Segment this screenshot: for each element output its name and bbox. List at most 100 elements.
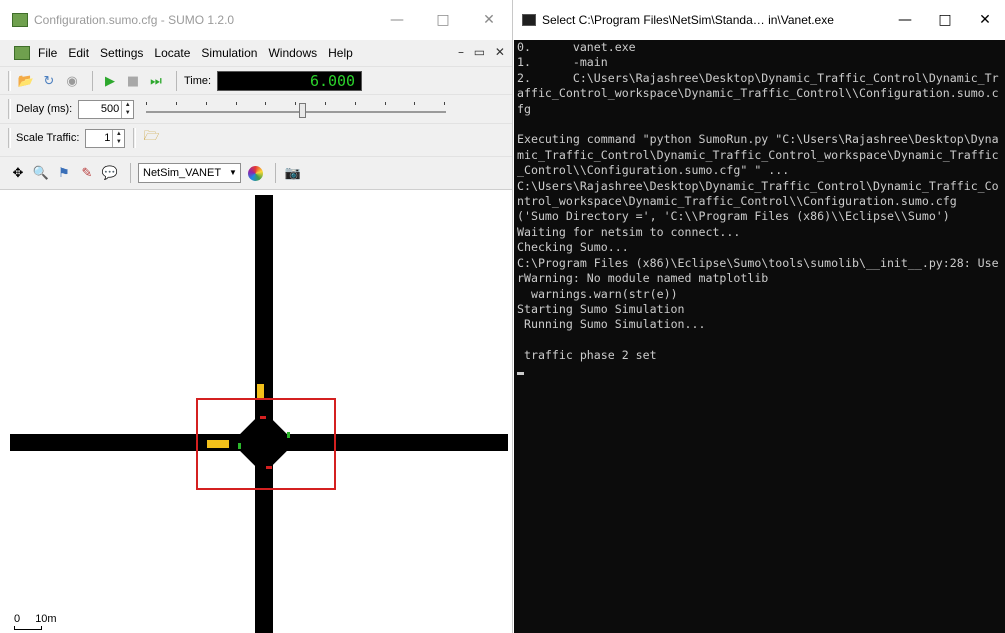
toolbar-separator (92, 71, 93, 91)
color-scheme-dropdown[interactable]: NetSim_VANET ▼ (138, 163, 241, 183)
console-titlebar[interactable]: Select C:\Program Files\NetSim\Standa… i… (514, 0, 1005, 40)
mdi-window-controls[interactable]: – ▭ ✕ (458, 45, 508, 59)
menu-locate[interactable]: Locate (154, 46, 190, 60)
console-line: Starting Sumo Simulation (517, 301, 685, 316)
chevron-down-icon: ▼ (229, 168, 237, 177)
time-display: 6.000 (217, 71, 363, 91)
console-line: Running Sumo Simulation... (517, 317, 706, 332)
delay-slider[interactable] (146, 99, 447, 119)
slider-tick (384, 102, 386, 105)
slider-tick (414, 102, 416, 105)
scale-traffic-value: 1 (104, 132, 111, 144)
slider-tick (354, 102, 356, 105)
toolbar-grip[interactable] (8, 128, 11, 148)
minimize-button[interactable]: — (374, 0, 420, 40)
console-output[interactable]: 0. vanet.exe 1. -main 2. C:\Users\Rajashre… (514, 40, 1005, 379)
color-scheme-value: NetSim_VANET (143, 167, 222, 179)
recenter-view-icon[interactable]: ✥ (8, 164, 28, 182)
console-line: C:\Program Files (x86)\Eclipse\Sumo\tool… (517, 255, 999, 286)
console-line: Checking Sumo... (517, 240, 629, 255)
scale-traffic-label: Scale Traffic: (16, 132, 80, 144)
menu-edit[interactable]: Edit (68, 46, 89, 60)
minimize-button[interactable]: — (885, 0, 925, 40)
step-icon[interactable]: ⏭ (146, 72, 166, 90)
slider-tick (146, 102, 148, 105)
toolbar-separator (176, 71, 177, 91)
simulation-toolbar: 📂 ↻ ◉ ▶ ■ ⏭ Time: 6.000 (0, 66, 512, 95)
delay-toolbar: Delay (ms): 500 ▲ ▼ (0, 94, 512, 123)
time-label: Time: (184, 75, 212, 87)
menu-file[interactable]: File (38, 46, 57, 60)
sumo-titlebar[interactable]: Configuration.sumo.cfg - SUMO 1.2.0 — □ … (0, 0, 512, 40)
spin-arrows-icon[interactable]: ▲ ▼ (112, 129, 124, 147)
console-window: Select C:\Program Files\NetSim\Standa… i… (514, 0, 1005, 633)
console-window-title: Select C:\Program Files\NetSim\Standa… i… (542, 13, 834, 27)
menubar: File Edit Settings Locate Simulation Win… (0, 40, 512, 66)
close-button[interactable]: ✕ (965, 0, 1005, 40)
maximize-button[interactable]: □ (925, 0, 965, 40)
maximize-button[interactable]: □ (420, 0, 466, 40)
vehicle-north (257, 384, 264, 398)
open-folder-icon[interactable]: 📂 (16, 72, 36, 90)
color-wheel-icon[interactable] (245, 164, 265, 182)
spin-arrows-icon[interactable]: ▲ ▼ (121, 100, 133, 118)
slider-track (146, 111, 447, 113)
console-app-icon (522, 14, 536, 26)
stop-icon[interactable]: ■ (123, 72, 143, 90)
close-simulation-icon[interactable]: ◉ (62, 72, 82, 90)
toolbar-separator (130, 163, 131, 183)
menu-settings[interactable]: Settings (100, 46, 143, 60)
scale-traffic-toolbar: Scale Traffic: 1 ▲ ▼ 🗁 (0, 123, 512, 152)
toolbar-separator (275, 163, 276, 183)
mdi-app-icon[interactable] (14, 46, 30, 60)
network-canvas[interactable]: 0 10m (0, 189, 512, 633)
slider-tick (176, 102, 178, 105)
slider-thumb[interactable] (298, 103, 306, 118)
delay-value: 500 (100, 103, 120, 115)
locate-vehicle-icon[interactable]: ⚑ (54, 164, 74, 182)
sumo-window: Configuration.sumo.cfg - SUMO 1.2.0 — □ … (0, 0, 513, 633)
console-line: Executing command "python SumoRun.py "C:… (517, 132, 999, 178)
menu-help[interactable]: Help (328, 46, 353, 60)
toolbar-grip[interactable] (133, 128, 137, 148)
console-line: 2. C:\Users\Rajashree\Desktop\Dynamic_Tr… (517, 70, 999, 116)
console-cursor (517, 364, 1001, 379)
slider-tick (295, 102, 297, 105)
sumo-app-icon (12, 13, 28, 27)
console-line: warnings.warn(str(e)) (517, 286, 678, 301)
scale-bar-labels: 0 10m (14, 613, 57, 625)
reload-network-icon[interactable]: ↻ (39, 72, 59, 90)
scale-bar-start: 0 (14, 613, 21, 625)
slider-tick (205, 102, 207, 105)
scale-bar-end: 10m (35, 613, 57, 625)
menu-simulation[interactable]: Simulation (201, 46, 257, 60)
screenshot-icon[interactable]: 📷 (283, 164, 303, 182)
delay-label: Delay (ms): (16, 103, 73, 115)
close-button[interactable]: ✕ (466, 0, 512, 40)
scale-bar (14, 626, 42, 630)
tooltip-toggle-icon[interactable]: 💬 (100, 164, 120, 182)
slider-tick (235, 102, 237, 105)
console-line: traffic phase 2 set (517, 348, 657, 363)
zoom-magnifier-icon[interactable]: 🔍 (31, 164, 51, 182)
console-line: 0. vanet.exe (517, 40, 636, 54)
slider-tick (265, 102, 267, 105)
slider-tick (444, 102, 446, 105)
console-line: 1. -main (517, 55, 608, 70)
toolbar-grip[interactable] (8, 99, 11, 119)
slider-tick (325, 102, 327, 105)
edit-viewport-icon[interactable]: ✎ (77, 164, 97, 182)
console-line: Waiting for netsim to connect... (517, 224, 741, 239)
view-toolbar: ✥ 🔍 ⚑ ✎ 💬 NetSim_VANET ▼ 📷 (0, 156, 512, 189)
open-view-settings-icon[interactable]: 🗁 (141, 129, 161, 147)
menu-windows[interactable]: Windows (268, 46, 317, 60)
highlight-rectangle (196, 398, 336, 490)
scale-traffic-spinbox[interactable]: 1 ▲ ▼ (85, 128, 126, 148)
delay-spinbox[interactable]: 500 ▲ ▼ (78, 99, 135, 119)
console-line: C:\Users\Rajashree\Desktop\Dynamic_Traff… (517, 178, 999, 209)
toolbar-grip[interactable] (8, 71, 11, 91)
console-line: ('Sumo Directory =', 'C:\\Program Files … (517, 209, 950, 224)
run-icon[interactable]: ▶ (100, 72, 120, 90)
